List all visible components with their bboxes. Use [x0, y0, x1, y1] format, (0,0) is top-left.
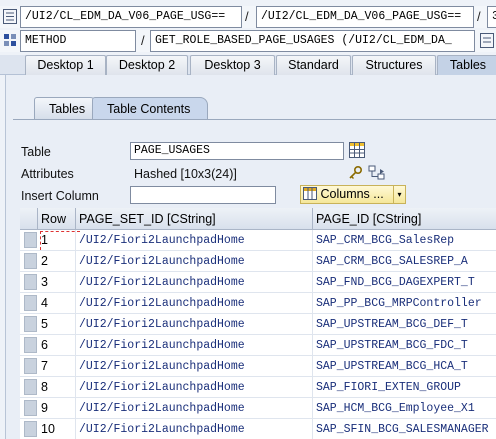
page-set-id-cell[interactable]: /UI2/Fiori2LaunchpadHome [76, 272, 313, 293]
row-selector[interactable] [24, 379, 37, 395]
method-icon[interactable] [3, 33, 17, 48]
row-number-cell: 7 [38, 356, 76, 377]
structure-icon[interactable] [368, 165, 386, 181]
event-type-field[interactable]: METHOD [20, 30, 136, 52]
row-number-cell: 2 [38, 251, 76, 272]
tab-desktop-3[interactable]: Desktop 3 [190, 55, 275, 75]
tab-divider [13, 119, 496, 120]
table-row[interactable]: 10/UI2/Fiori2LaunchpadHome SAP_SFIN_BCG_S… [20, 419, 496, 439]
header-row[interactable]: Row [38, 208, 76, 230]
table-row[interactable]: 8/UI2/Fiori2LaunchpadHome SAP_FIORI_EXTEN… [20, 377, 496, 398]
header-page-id[interactable]: PAGE_ID [CString] [313, 208, 496, 230]
path-row-1: /UI2/CL_EDM_DA_V06_PAGE_USG== / /UI2/CL_… [0, 6, 496, 28]
row-selector[interactable] [24, 232, 37, 248]
grid-header: Row PAGE_SET_ID [CString] PAGE_ID [CStri… [20, 208, 496, 230]
insert-column-label: Insert Column [21, 189, 99, 203]
table-row[interactable]: 6/UI2/Fiori2LaunchpadHome SAP_UPSTREAM_BC… [20, 335, 496, 356]
row-selector[interactable] [24, 295, 37, 311]
row-number-cell: 5 [38, 314, 76, 335]
cell-cursor [40, 231, 80, 250]
tables-panel: Tables Table Contents Table PAGE_USAGES … [5, 75, 496, 439]
page-id-cell[interactable]: SAP_SFIN_BCG_SALESMANAGER [313, 419, 496, 439]
row-number-cell: 9 [38, 398, 76, 419]
page-set-id-cell[interactable]: /UI2/Fiori2LaunchpadHome [76, 314, 313, 335]
path-field-line[interactable]: 3 [487, 6, 496, 28]
tab-desktop-1[interactable]: Desktop 1 [25, 55, 106, 75]
table-contents-grid: Row PAGE_SET_ID [CString] PAGE_ID [CStri… [20, 208, 496, 439]
table-row[interactable]: 7/UI2/Fiori2LaunchpadHome SAP_UPSTREAM_BC… [20, 356, 496, 377]
key-icon[interactable] [348, 165, 364, 181]
path-separator: / [245, 9, 249, 24]
row-selector[interactable] [24, 274, 37, 290]
chevron-down-icon[interactable]: ▾ [393, 186, 405, 203]
path-field-program[interactable]: /UI2/CL_EDM_DA_V06_PAGE_USG== [20, 6, 242, 28]
page-id-cell[interactable]: SAP_HCM_BCG_Employee_X1 [313, 398, 496, 419]
table-row[interactable]: 3/UI2/Fiori2LaunchpadHome SAP_FND_BCG_DAG… [20, 272, 496, 293]
table-row[interactable]: 9/UI2/Fiori2LaunchpadHome SAP_HCM_BCG_Emp… [20, 398, 496, 419]
table-row[interactable]: 1/UI2/Fiori2LaunchpadHome SAP_CRM_BCG_Sal… [20, 230, 496, 251]
row-selector[interactable] [24, 316, 37, 332]
row-number-cell: 3 [38, 272, 76, 293]
table-name-field[interactable]: PAGE_USAGES [130, 142, 344, 160]
page-set-id-cell[interactable]: /UI2/Fiori2LaunchpadHome [76, 419, 313, 439]
page-set-id-cell[interactable]: /UI2/Fiori2LaunchpadHome [76, 293, 313, 314]
insert-column-field[interactable] [130, 186, 276, 204]
page-id-cell[interactable]: SAP_FIORI_EXTEN_GROUP [313, 377, 496, 398]
page-id-cell[interactable]: SAP_UPSTREAM_BCG_FDC_T [313, 335, 496, 356]
page-set-id-cell[interactable]: /UI2/Fiori2LaunchpadHome [76, 398, 313, 419]
page-id-cell[interactable]: SAP_UPSTREAM_BCG_HCA_T [313, 356, 496, 377]
page-id-cell[interactable]: SAP_PP_BCG_MRPController [313, 293, 496, 314]
row-selector[interactable] [24, 421, 37, 437]
page-set-id-cell[interactable]: /UI2/Fiori2LaunchpadHome [76, 356, 313, 377]
columns-icon [303, 187, 317, 200]
columns-button-label: Columns ... [320, 187, 384, 201]
page-set-id-cell[interactable]: /UI2/Fiori2LaunchpadHome [76, 251, 313, 272]
path-field-include[interactable]: /UI2/CL_EDM_DA_V06_PAGE_USG== [256, 6, 474, 28]
page-id-cell[interactable]: SAP_CRM_BCG_SALESREP_A [313, 251, 496, 272]
page-id-cell[interactable]: SAP_CRM_BCG_SalesRep [313, 230, 496, 251]
row-number-cell: 8 [38, 377, 76, 398]
page-set-id-cell[interactable]: /UI2/Fiori2LaunchpadHome [76, 377, 313, 398]
page-id-cell[interactable]: SAP_FND_BCG_DAGEXPERT_T [313, 272, 496, 293]
table-row[interactable]: 5/UI2/Fiori2LaunchpadHome SAP_UPSTREAM_BC… [20, 314, 496, 335]
table-label: Table [21, 145, 51, 159]
row-selector[interactable] [24, 400, 37, 416]
tab-standard[interactable]: Standard [276, 55, 351, 75]
attributes-value: Hashed [10x3(24)] [134, 167, 237, 181]
row-number-cell: 4 [38, 293, 76, 314]
row-selector[interactable] [24, 253, 37, 269]
path-separator: / [141, 33, 145, 48]
table-view-icon[interactable] [349, 142, 365, 158]
table-row[interactable]: 4/UI2/Fiori2LaunchpadHome SAP_PP_BCG_MRPC… [20, 293, 496, 314]
tab-structures[interactable]: Structures [352, 55, 436, 75]
select-all-cell[interactable] [20, 208, 38, 230]
row-selector[interactable] [24, 337, 37, 353]
attributes-label: Attributes [21, 167, 74, 181]
event-name-field[interactable]: GET_ROLE_BASED_PAGE_USAGES (/UI2/CL_EDM_… [150, 30, 475, 52]
tab-tables[interactable]: Tables [437, 55, 496, 75]
row-number-cell: 10 [38, 419, 76, 439]
row-number-cell: 6 [38, 335, 76, 356]
header-page-set-id[interactable]: PAGE_SET_ID [CString] [76, 208, 313, 230]
page-set-id-cell[interactable]: /UI2/Fiori2LaunchpadHome [76, 335, 313, 356]
table-row[interactable]: 2/UI2/Fiori2LaunchpadHome SAP_CRM_BCG_SAL… [20, 251, 496, 272]
list-icon[interactable] [3, 9, 17, 24]
select-icon[interactable] [480, 33, 494, 48]
tab-table-contents[interactable]: Table Contents [92, 97, 208, 119]
tab-desktop-2[interactable]: Desktop 2 [106, 55, 188, 75]
page-id-cell[interactable]: SAP_UPSTREAM_BCG_DEF_T [313, 314, 496, 335]
path-row-2: METHOD / GET_ROLE_BASED_PAGE_USAGES (/UI… [0, 30, 496, 52]
tab-inner-tables[interactable]: Tables [34, 97, 98, 119]
columns-button[interactable]: Columns ... ▾ [300, 185, 406, 204]
desktop-tab-strip: Desktop 1 Desktop 2 Desktop 3 Standard S… [0, 55, 496, 75]
row-selector[interactable] [24, 358, 37, 374]
path-separator: / [477, 9, 481, 24]
page-set-id-cell[interactable]: /UI2/Fiori2LaunchpadHome [76, 230, 313, 251]
